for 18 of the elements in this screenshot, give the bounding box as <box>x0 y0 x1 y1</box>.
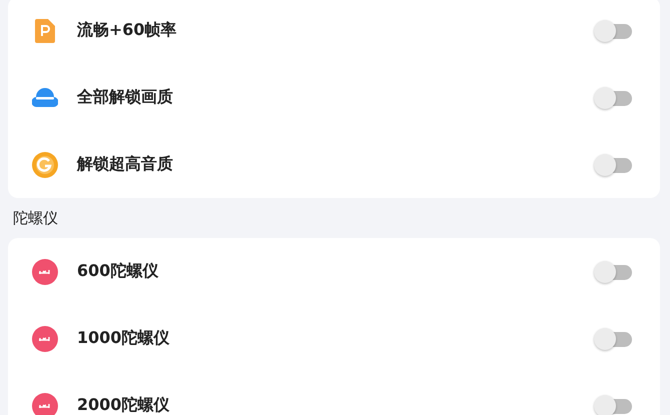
toggle-switch[interactable] <box>594 328 632 350</box>
toggle-switch[interactable] <box>594 86 632 108</box>
setting-label: 600陀螺仪 <box>77 261 160 282</box>
setting-label: 1000陀螺仪 <box>77 328 171 349</box>
coin-icon <box>32 152 58 178</box>
setting-label: 2000陀螺仪 <box>77 395 171 415</box>
toggle-switch[interactable] <box>594 154 632 176</box>
section-title: 陀螺仪 <box>12 208 59 228</box>
toggle-switch[interactable] <box>594 394 632 415</box>
toggle-switch[interactable] <box>594 260 632 282</box>
gyroscope-icon <box>32 326 58 352</box>
toggle-switch[interactable] <box>594 20 632 42</box>
document-icon <box>35 18 55 42</box>
setting-label: 解锁超高音质 <box>77 154 174 175</box>
setting-label: 全部解锁画质 <box>77 87 174 108</box>
setting-label: 流畅+60帧率 <box>77 20 178 41</box>
gyroscope-icon <box>32 258 58 284</box>
cloud-icon <box>32 88 58 107</box>
